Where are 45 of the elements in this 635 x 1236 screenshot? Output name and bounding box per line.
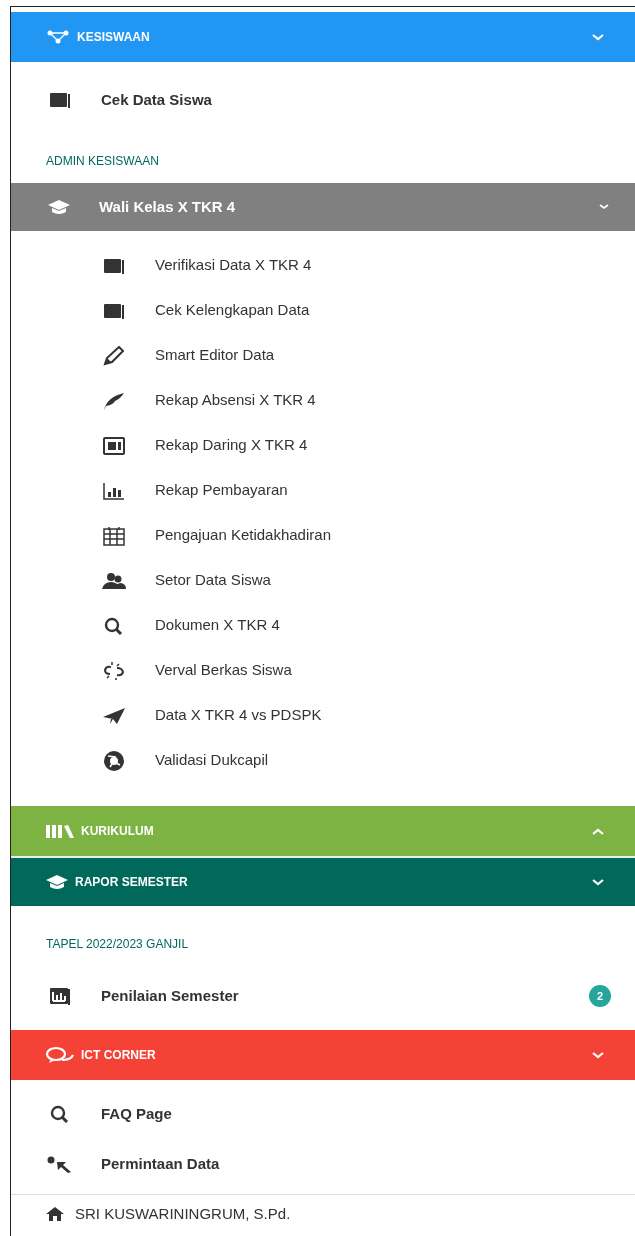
user-name: SRI KUSWARININGRUM, S.Pd. bbox=[75, 1205, 291, 1223]
section-header[interactable]: RAPOR SEMESTER bbox=[11, 856, 635, 906]
submenu-item[interactable]: Cek Kelengkapan Data bbox=[11, 288, 635, 333]
section-label: TAPEL 2022/2023 GANJIL bbox=[46, 937, 189, 951]
book-icon bbox=[103, 257, 125, 274]
users-icon bbox=[101, 571, 127, 590]
books-icon bbox=[45, 824, 75, 838]
submenu-item[interactable]: Data X TKR 4 vs PDSPK bbox=[11, 693, 635, 738]
graduation-cap-icon bbox=[47, 199, 71, 215]
count-badge: 2 bbox=[588, 984, 611, 1008]
search-icon bbox=[50, 1105, 70, 1123]
book-icon bbox=[49, 92, 71, 108]
paper-plane-icon bbox=[102, 706, 126, 725]
chat-icon bbox=[45, 1046, 75, 1064]
broken-link-icon bbox=[103, 660, 125, 681]
home-icon bbox=[45, 1206, 65, 1222]
search-icon bbox=[104, 616, 124, 635]
bar-chart-icon bbox=[103, 481, 125, 500]
aperture-icon bbox=[102, 750, 126, 771]
submenu-item[interactable]: Verifikasi Data X TKR 4 bbox=[11, 243, 635, 288]
newspaper-icon bbox=[103, 436, 125, 455]
menu-item[interactable]: Cek Data Siswa bbox=[11, 76, 635, 124]
feather-icon bbox=[103, 390, 125, 411]
pencil-icon bbox=[103, 345, 125, 366]
graduation-cap-icon bbox=[45, 874, 69, 890]
section-label: ADMIN KESISWAAN bbox=[46, 154, 159, 168]
menu-item[interactable]: Penilaian Semester 2 bbox=[11, 972, 635, 1020]
pointer-icon bbox=[47, 1155, 73, 1173]
menu-item[interactable]: FAQ Page bbox=[11, 1090, 635, 1138]
menu-item[interactable]: Permintaan Data bbox=[11, 1140, 635, 1188]
section-header[interactable]: ICT CORNER bbox=[11, 1030, 635, 1080]
submenu-item[interactable]: Verval Berkas Siswa bbox=[11, 648, 635, 693]
submenu-item[interactable]: Dokumen X TKR 4 bbox=[11, 603, 635, 648]
network-icon bbox=[45, 30, 71, 44]
submenu-item[interactable]: Rekap Daring X TKR 4 bbox=[11, 423, 635, 468]
submenu-item[interactable]: Pengajuan Ketidakhadiran bbox=[11, 513, 635, 558]
book-icon bbox=[103, 302, 125, 319]
submenu-item[interactable]: Rekap Absensi X TKR 4 bbox=[11, 378, 635, 423]
submenu-item[interactable]: Smart Editor Data bbox=[11, 333, 635, 378]
submenu-item[interactable]: Validasi Dukcapil bbox=[11, 738, 635, 783]
submenu-item[interactable]: Setor Data Siswa bbox=[11, 558, 635, 603]
calendar-icon bbox=[103, 525, 125, 546]
submenu-item[interactable]: Rekap Pembayaran bbox=[11, 468, 635, 513]
submenu-header[interactable]: Wali Kelas X TKR 4 bbox=[11, 183, 635, 231]
book-chart-icon bbox=[49, 987, 71, 1005]
